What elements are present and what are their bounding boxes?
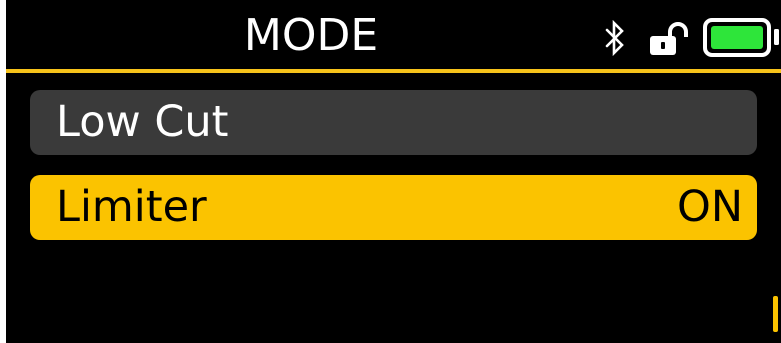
bluetooth-icon [605, 20, 624, 56]
header-bar: MODE [6, 0, 781, 70]
menu-item-limiter[interactable]: Limiter ON [30, 175, 757, 240]
battery-fill [711, 26, 763, 49]
menu-item-low-cut[interactable]: Low Cut [30, 90, 757, 155]
battery-icon [703, 18, 779, 57]
menu-item-label: Limiter [56, 182, 207, 232]
unlocked-padlock-icon [650, 22, 688, 55]
device-screen: MODE Low Cut Limiter ON [6, 0, 781, 343]
page-title: MODE [243, 10, 379, 61]
scrollbar-indicator [773, 296, 778, 332]
header-divider [6, 69, 781, 73]
menu-item-value: ON [676, 182, 743, 232]
mode-menu: Low Cut Limiter ON [30, 90, 757, 260]
menu-item-label: Low Cut [56, 97, 229, 147]
